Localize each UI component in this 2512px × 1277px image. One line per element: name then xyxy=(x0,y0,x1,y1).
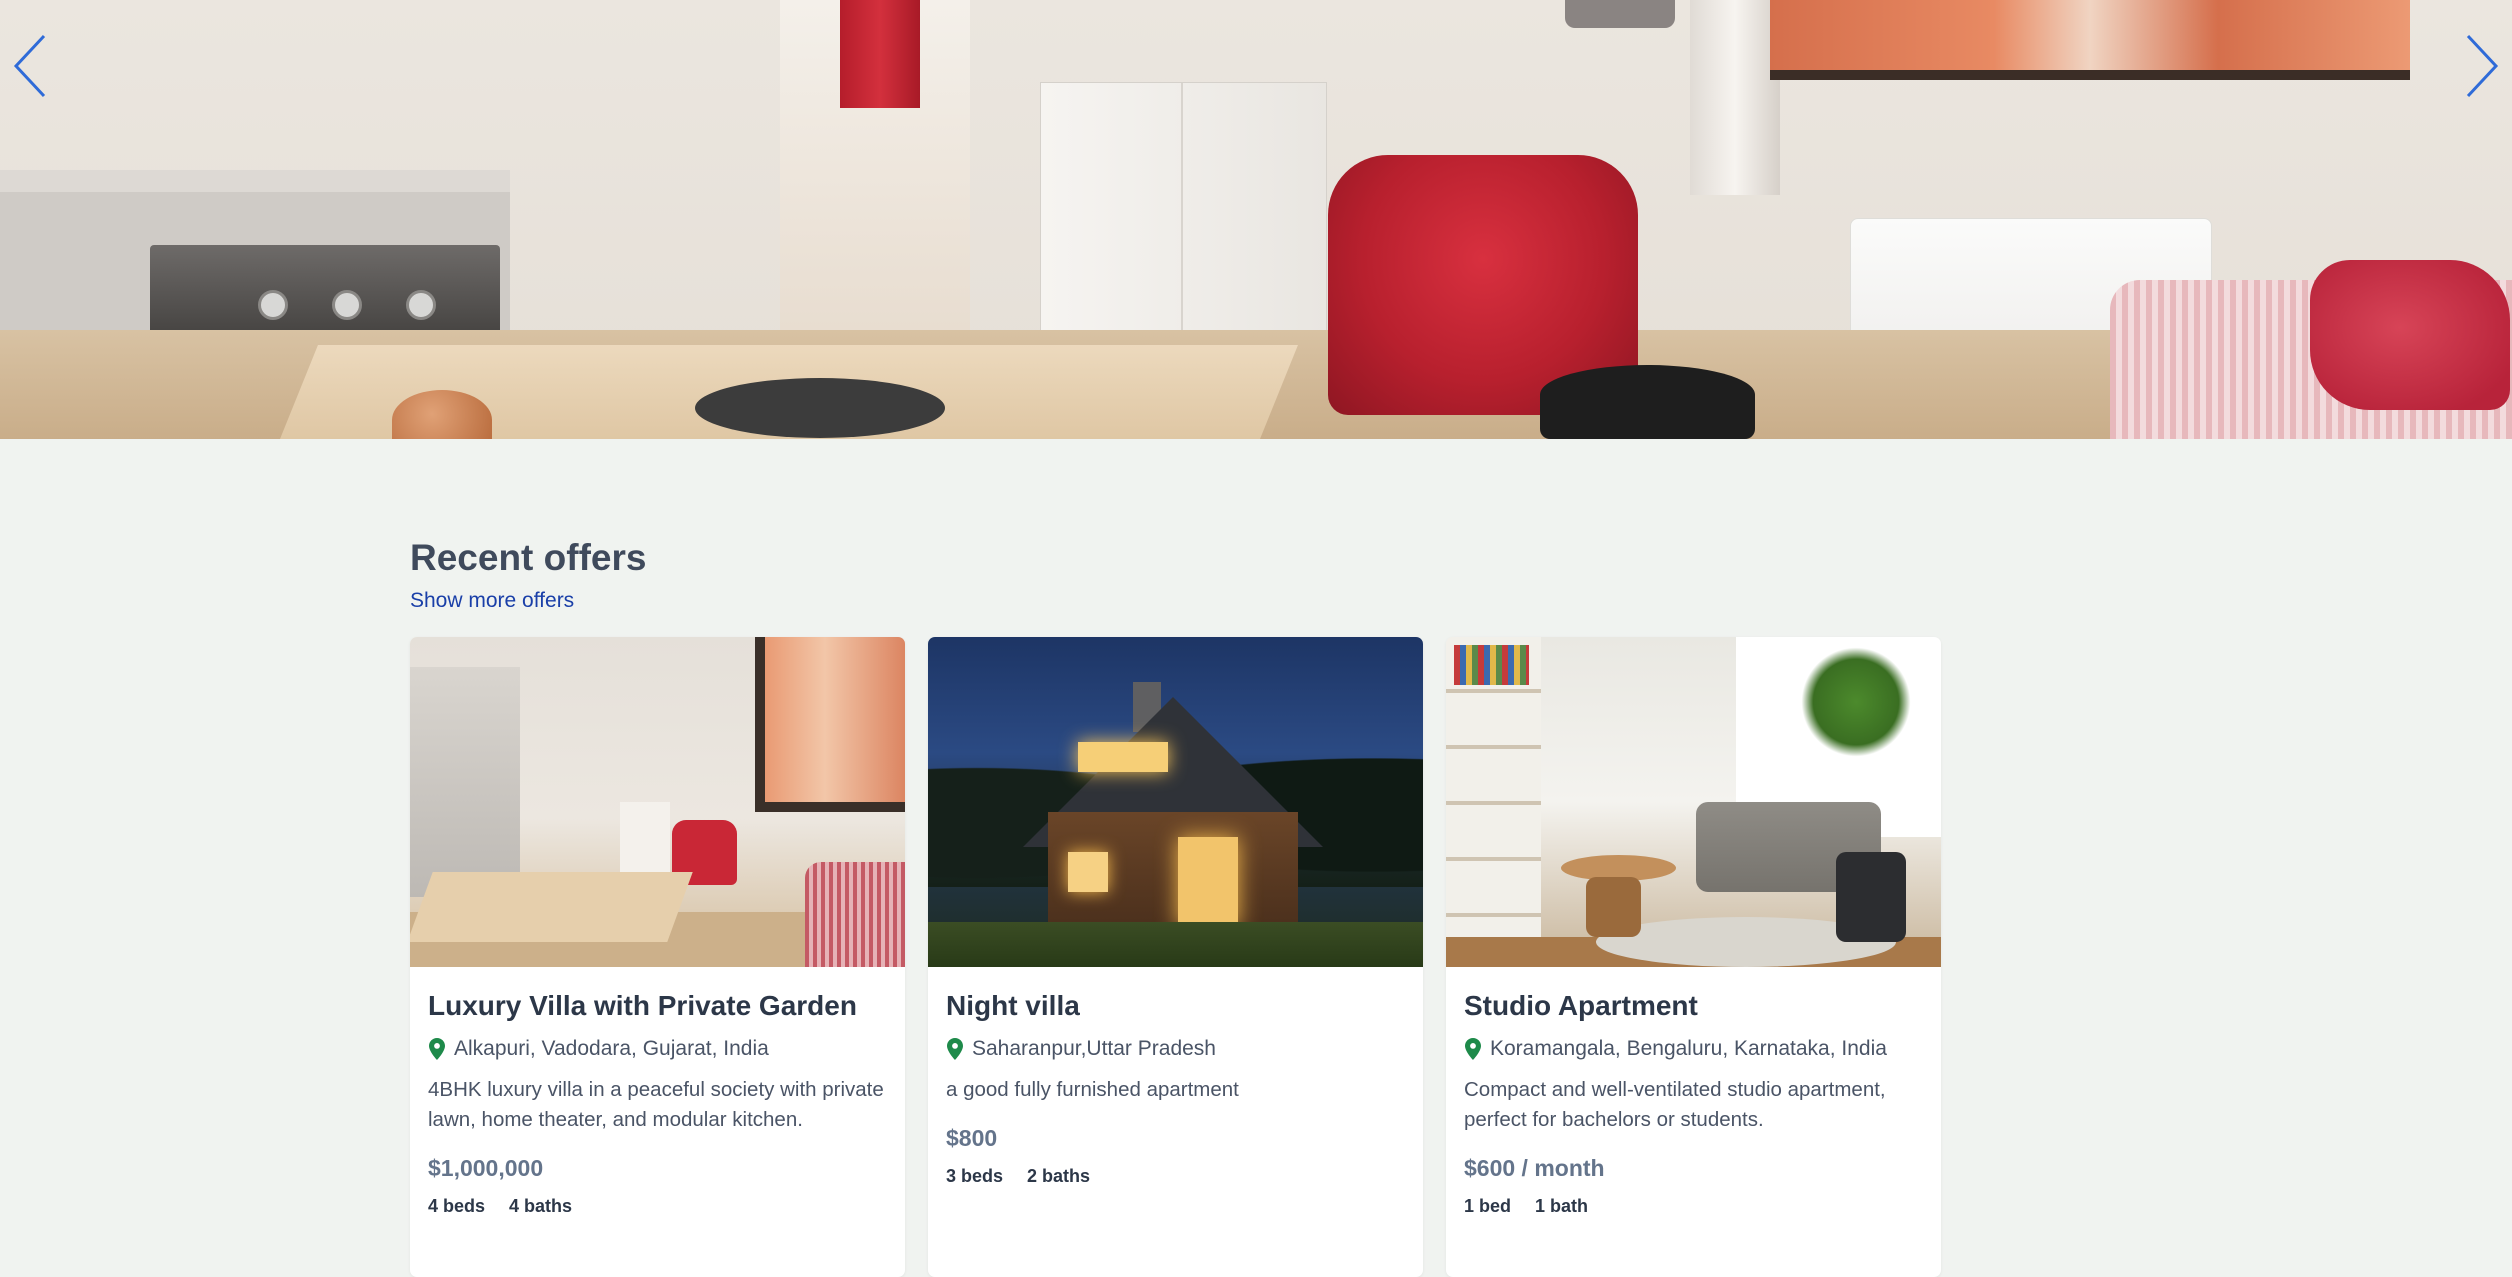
property-location: Saharanpur,Uttar Pradesh xyxy=(946,1037,1405,1061)
property-photo xyxy=(410,637,905,967)
carousel-next-button[interactable] xyxy=(2460,30,2504,102)
location-pin-icon xyxy=(429,1038,445,1060)
property-specs: 4 beds 4 baths xyxy=(428,1196,887,1217)
recent-offers-section: Recent offers Show more offers Luxury Vi… xyxy=(410,535,1950,1277)
baths-count: 2 baths xyxy=(1027,1166,1091,1186)
property-description: 4BHK luxury villa in a peaceful society … xyxy=(428,1078,884,1131)
baths-count: 4 baths xyxy=(509,1196,573,1216)
chevron-right-icon xyxy=(2466,34,2499,98)
property-description: Compact and well-ventilated studio apart… xyxy=(1464,1078,1886,1131)
property-location: Koramangala, Bengaluru, Karnataka, India xyxy=(1464,1037,1923,1061)
beds-count: 4 beds xyxy=(428,1196,486,1216)
property-title: Night villa xyxy=(946,990,1080,1021)
location-pin-icon xyxy=(947,1038,963,1060)
location-text: Alkapuri, Vadodara, Gujarat, India xyxy=(454,1037,769,1060)
offer-card[interactable]: Luxury Villa with Private Garden Alkapur… xyxy=(410,637,905,1277)
carousel-prev-button[interactable] xyxy=(8,30,52,102)
offer-card-list: Luxury Villa with Private Garden Alkapur… xyxy=(410,637,1941,1277)
location-text: Saharanpur,Uttar Pradesh xyxy=(972,1037,1216,1060)
location-text: Koramangala, Bengaluru, Karnataka, India xyxy=(1490,1037,1887,1060)
beds-count: 3 beds xyxy=(946,1166,1004,1186)
section-heading: Recent offers xyxy=(410,537,647,578)
location-pin-icon xyxy=(1465,1038,1481,1060)
property-description: a good fully furnished apartment xyxy=(946,1078,1239,1101)
property-price: $600 / month xyxy=(1464,1155,1605,1181)
chevron-left-icon xyxy=(13,34,46,98)
baths-count: 1 bath xyxy=(1535,1196,1589,1216)
property-price: $800 xyxy=(946,1125,998,1151)
property-price: $1,000,000 xyxy=(428,1155,544,1181)
offer-card[interactable]: Studio Apartment Koramangala, Bengaluru,… xyxy=(1446,637,1941,1277)
property-specs: 1 bed 1 bath xyxy=(1464,1196,1923,1217)
property-location: Alkapuri, Vadodara, Gujarat, India xyxy=(428,1037,887,1061)
property-title: Studio Apartment xyxy=(1464,990,1698,1021)
property-specs: 3 beds 2 baths xyxy=(946,1166,1405,1187)
property-photo xyxy=(928,637,1423,967)
show-more-offers-link[interactable]: Show more offers xyxy=(410,589,574,613)
property-photo xyxy=(1446,637,1941,967)
hero-carousel xyxy=(0,0,2512,439)
beds-count: 1 bed xyxy=(1464,1196,1512,1216)
property-title: Luxury Villa with Private Garden xyxy=(428,990,857,1021)
offer-card[interactable]: Night villa Saharanpur,Uttar Pradesh a g… xyxy=(928,637,1423,1277)
